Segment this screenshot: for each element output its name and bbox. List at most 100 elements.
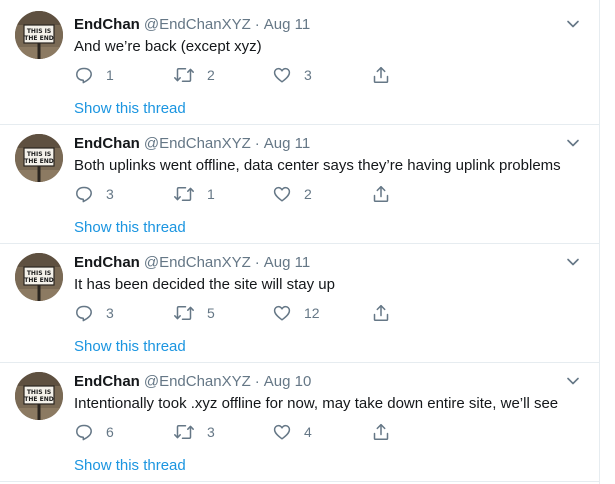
heart-icon: [272, 422, 292, 442]
like-count: 12: [304, 305, 320, 321]
user-handle[interactable]: @EndChanXYZ: [144, 16, 251, 33]
tweet[interactable]: THIS IS THE END EndChan @EndChanXYZ · Aug 1…: [0, 363, 599, 482]
avatar-sign-line1: THIS IS: [27, 151, 51, 158]
tweet-text: And we’re back (except xyz): [74, 38, 262, 55]
tweet-date[interactable]: Aug 11: [264, 16, 310, 33]
reply-icon: [74, 303, 94, 323]
avatar[interactable]: THIS IS THE END: [15, 253, 63, 301]
share-icon: [371, 303, 391, 323]
reply-button[interactable]: 6: [74, 422, 114, 442]
avatar-sign-line2: THE END: [24, 396, 53, 403]
share-icon: [371, 184, 391, 204]
timeline: THIS IS THE END EndChan @EndChanXYZ · Aug 1…: [0, 0, 600, 484]
avatar-image: THIS IS THE END: [15, 134, 63, 182]
tweet[interactable]: THIS IS THE END EndChan @EndChanXYZ · Aug 1…: [0, 244, 599, 363]
tweet-header: EndChan @EndChanXYZ · Aug 11: [74, 134, 310, 154]
chevron-down-icon[interactable]: [565, 135, 581, 151]
share-button[interactable]: [371, 65, 391, 85]
reply-button[interactable]: 3: [74, 184, 114, 204]
display-name[interactable]: EndChan: [74, 254, 140, 271]
retweet-icon: [173, 303, 195, 323]
retweet-count: 5: [207, 305, 215, 321]
tweet-actions: 6 3 4: [74, 422, 394, 442]
retweet-icon: [173, 184, 195, 204]
like-count: 2: [304, 186, 312, 202]
share-button[interactable]: [371, 303, 391, 323]
reply-button[interactable]: 3: [74, 303, 114, 323]
like-button[interactable]: 3: [272, 65, 312, 85]
display-name[interactable]: EndChan: [74, 16, 140, 33]
tweet-text: Intentionally took .xyz offline for now,…: [74, 395, 559, 412]
tweet-text: Both uplinks went offline, data center s…: [74, 157, 561, 174]
retweet-count: 1: [207, 186, 215, 202]
show-thread-link[interactable]: Show this thread: [74, 337, 186, 357]
tweet-header: EndChan @EndChanXYZ · Aug 10: [74, 372, 311, 392]
avatar-sign-line1: THIS IS: [27, 389, 51, 396]
retweet-button[interactable]: 3: [173, 422, 215, 442]
share-button[interactable]: [371, 184, 391, 204]
heart-icon: [272, 303, 292, 323]
like-button[interactable]: 12: [272, 303, 320, 323]
tweet-date[interactable]: Aug 11: [264, 135, 310, 152]
user-handle[interactable]: @EndChanXYZ: [144, 373, 251, 390]
like-button[interactable]: 4: [272, 422, 312, 442]
avatar[interactable]: THIS IS THE END: [15, 134, 63, 182]
like-button[interactable]: 2: [272, 184, 312, 204]
reply-count: 1: [106, 67, 114, 83]
tweet-header: EndChan @EndChanXYZ · Aug 11: [74, 15, 310, 35]
avatar-image: THIS IS THE END: [15, 372, 63, 420]
tweet[interactable]: THIS IS THE END EndChan @EndChanXYZ · Aug 1…: [0, 125, 599, 244]
avatar-image: THIS IS THE END: [15, 11, 63, 59]
tweet-actions: 3 1 2: [74, 184, 394, 204]
avatar-sign-line2: THE END: [24, 35, 53, 42]
tweet[interactable]: THIS IS THE END EndChan @EndChanXYZ · Aug 1…: [0, 0, 599, 125]
show-thread-link[interactable]: Show this thread: [74, 456, 186, 476]
avatar[interactable]: THIS IS THE END: [15, 372, 63, 420]
avatar-sign-line2: THE END: [24, 277, 53, 284]
reply-icon: [74, 422, 94, 442]
display-name[interactable]: EndChan: [74, 373, 140, 390]
tweet-date[interactable]: Aug 10: [264, 373, 312, 390]
heart-icon: [272, 184, 292, 204]
show-thread-link[interactable]: Show this thread: [74, 99, 186, 119]
chevron-down-icon[interactable]: [565, 16, 581, 32]
like-count: 4: [304, 424, 312, 440]
separator-dot: ·: [254, 16, 260, 33]
retweet-button[interactable]: 1: [173, 184, 215, 204]
reply-count: 3: [106, 305, 114, 321]
share-icon: [371, 65, 391, 85]
like-count: 3: [304, 67, 312, 83]
chevron-down-icon[interactable]: [565, 254, 581, 270]
share-icon: [371, 422, 391, 442]
avatar-sign-line1: THIS IS: [27, 270, 51, 277]
tweet-date[interactable]: Aug 11: [264, 254, 310, 271]
retweet-count: 2: [207, 67, 215, 83]
reply-count: 6: [106, 424, 114, 440]
avatar[interactable]: THIS IS THE END: [15, 11, 63, 59]
retweet-icon: [173, 422, 195, 442]
retweet-button[interactable]: 5: [173, 303, 215, 323]
tweet-text: It has been decided the site will stay u…: [74, 276, 335, 293]
avatar-sign-line2: THE END: [24, 158, 53, 165]
separator-dot: ·: [254, 373, 260, 390]
retweet-button[interactable]: 2: [173, 65, 215, 85]
reply-button[interactable]: 1: [74, 65, 114, 85]
retweet-icon: [173, 65, 195, 85]
avatar-image: THIS IS THE END: [15, 253, 63, 301]
reply-icon: [74, 65, 94, 85]
display-name[interactable]: EndChan: [74, 135, 140, 152]
separator-dot: ·: [254, 135, 260, 152]
tweet-actions: 1 2 3: [74, 65, 394, 85]
reply-icon: [74, 184, 94, 204]
share-button[interactable]: [371, 422, 391, 442]
tweet-header: EndChan @EndChanXYZ · Aug 11: [74, 253, 310, 273]
heart-icon: [272, 65, 292, 85]
separator-dot: ·: [254, 254, 260, 271]
show-thread-link[interactable]: Show this thread: [74, 218, 186, 238]
reply-count: 3: [106, 186, 114, 202]
avatar-sign-line1: THIS IS: [27, 28, 51, 35]
chevron-down-icon[interactable]: [565, 373, 581, 389]
user-handle[interactable]: @EndChanXYZ: [144, 254, 251, 271]
tweet-actions: 3 5 12: [74, 303, 394, 323]
user-handle[interactable]: @EndChanXYZ: [144, 135, 251, 152]
